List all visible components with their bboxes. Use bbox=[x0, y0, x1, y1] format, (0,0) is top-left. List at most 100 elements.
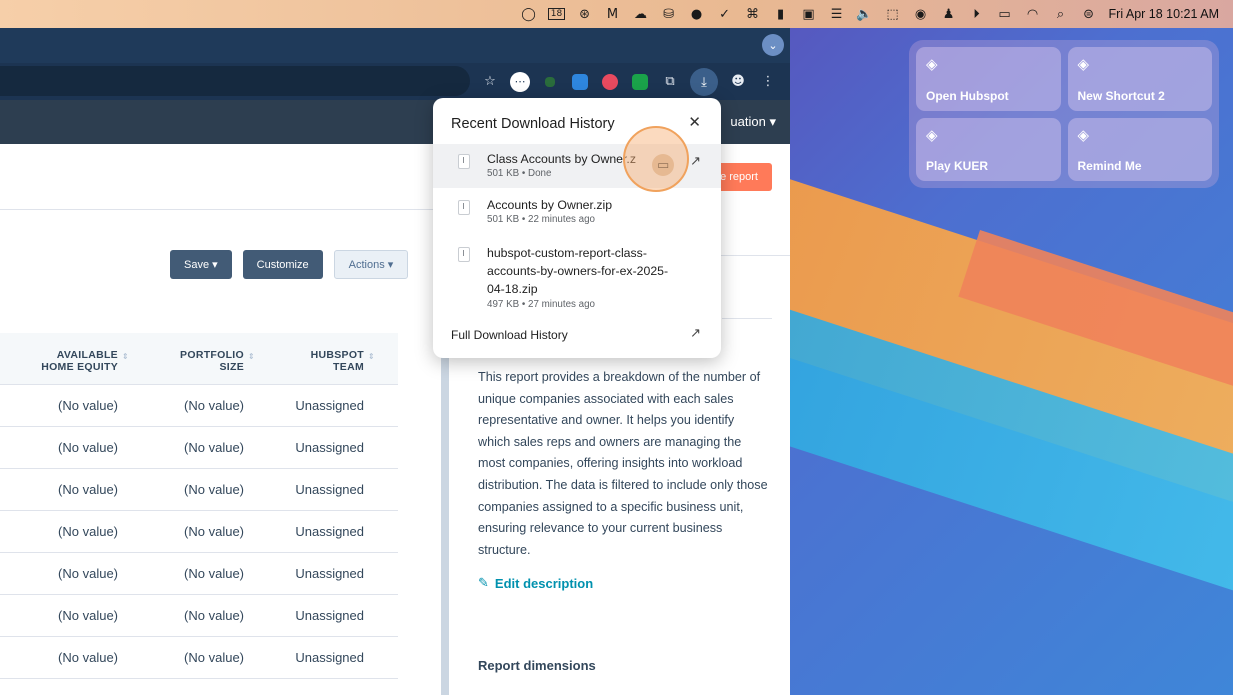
battery-icon[interactable]: ▭ bbox=[994, 3, 1016, 25]
full-download-history-link[interactable]: Full Download History bbox=[451, 328, 568, 342]
sort-icon: ⇕ bbox=[367, 352, 375, 361]
layers-icon: ◈ bbox=[926, 125, 938, 144]
wifi-icon[interactable]: ◠ bbox=[1022, 3, 1044, 25]
layers-icon: ◈ bbox=[926, 55, 938, 73]
file-icon bbox=[458, 154, 470, 169]
extension-green-icon[interactable] bbox=[630, 72, 650, 92]
shortcut-label: Remind Me bbox=[1077, 159, 1142, 173]
table-row[interactable]: (No value) (No value) Unassigned bbox=[0, 637, 398, 679]
table-cell: Unassigned bbox=[295, 482, 364, 497]
shortcut-remind-me[interactable]: ◈ Remind Me bbox=[1067, 117, 1212, 181]
command-icon[interactable]: ⌘ bbox=[742, 3, 764, 25]
divider bbox=[720, 255, 790, 256]
actions-label: Actions bbox=[348, 258, 385, 271]
layout-icon[interactable]: ▮ bbox=[770, 3, 792, 25]
caret-down-icon: ▾ bbox=[769, 114, 776, 129]
download-meta: 501 KB • 22 minutes ago bbox=[487, 214, 596, 225]
layers-icon: ◈ bbox=[1077, 125, 1090, 144]
menu-icon[interactable]: ☰ bbox=[826, 3, 848, 25]
table-cell: (No value) bbox=[184, 650, 244, 665]
extension-red-icon[interactable] bbox=[600, 72, 620, 92]
report-table: AVAILABLE HOME EQUITY ⇕ PORTFOLIO SIZE ⇕ HUB… bbox=[0, 333, 398, 679]
shortcut-label: New Shortcut 2 bbox=[1077, 88, 1165, 103]
actions-button[interactable]: Actions ▾ bbox=[333, 250, 409, 279]
pencil-icon: ✎ bbox=[478, 576, 489, 591]
table-cell: (No value) bbox=[184, 440, 244, 455]
shortcut-play-kuer[interactable]: ◈ Play KUER bbox=[916, 117, 1061, 181]
save-button[interactable]: Save ▾ bbox=[170, 250, 232, 279]
layers-icon: ◈ bbox=[1077, 55, 1090, 73]
tab-search-button[interactable]: ⌄ bbox=[762, 34, 784, 56]
open-external-icon[interactable]: ↗ bbox=[690, 326, 701, 341]
report-dimensions-title: Report dimensions bbox=[478, 658, 596, 673]
more-vert-icon[interactable]: ⋮ bbox=[758, 72, 778, 92]
table-row[interactable]: (No value) (No value) Unassigned bbox=[0, 427, 398, 469]
close-icon[interactable]: ✕ bbox=[688, 113, 701, 131]
shortcut-open-hubspot[interactable]: ◈ Open Hubspot bbox=[916, 47, 1061, 111]
header-line: TEAM bbox=[333, 361, 364, 373]
circle-icon[interactable]: ◯ bbox=[518, 3, 540, 25]
table-cell: (No value) bbox=[184, 566, 244, 581]
table-cell: (No value) bbox=[58, 398, 118, 413]
tab-strip: ⌄ bbox=[0, 28, 790, 63]
app-icon[interactable]: ⊛ bbox=[574, 3, 596, 25]
customize-button[interactable]: Customize bbox=[242, 250, 323, 279]
download-icon[interactable]: ⤓ bbox=[690, 67, 718, 96]
vector-icon[interactable]: ✓ bbox=[714, 3, 736, 25]
grammar-icon[interactable]: ● bbox=[686, 3, 708, 25]
column-header-available-home-equity[interactable]: AVAILABLE HOME EQUITY ⇕ bbox=[0, 333, 129, 384]
header-line: SIZE bbox=[219, 361, 244, 373]
report-actions: Save ▾ Customize Actions ▾ bbox=[170, 250, 409, 279]
shortcuts-widget: ◈ Open Hubspot ◈ New Shortcut 2 ◈ Play KUER… bbox=[909, 40, 1219, 188]
volume-icon[interactable]: 🔈 bbox=[854, 3, 876, 25]
bag-icon[interactable]: ⛁ bbox=[658, 3, 680, 25]
table-cell: Unassigned bbox=[295, 608, 364, 623]
window-icon[interactable]: ⬚ bbox=[882, 3, 904, 25]
table-row[interactable]: (No value) (No value) Unassigned bbox=[0, 469, 398, 511]
person-icon[interactable]: ♟ bbox=[938, 3, 960, 25]
divider bbox=[722, 318, 772, 319]
table-cell: Unassigned bbox=[295, 398, 364, 413]
extension-chat-icon[interactable]: ⋯ bbox=[510, 71, 530, 92]
extension-blue-icon[interactable] bbox=[570, 72, 590, 92]
table-row[interactable]: (No value) (No value) Unassigned bbox=[0, 553, 398, 595]
calendar-icon[interactable]: 18 bbox=[546, 3, 568, 25]
table-row[interactable]: (No value) (No value) Unassigned bbox=[0, 595, 398, 637]
popup-title: Recent Download History bbox=[451, 116, 615, 132]
extensions-icon[interactable]: ⧉ bbox=[660, 72, 680, 92]
profile-avatar-icon[interactable]: ☻ bbox=[728, 72, 748, 92]
column-header-hubspot-team[interactable]: HUBSPOT TEAM ⇕ bbox=[244, 333, 375, 384]
cloud-icon[interactable]: ☁ bbox=[630, 3, 652, 25]
play-icon[interactable]: ⏵ bbox=[966, 3, 988, 25]
save-label: Save bbox=[184, 258, 210, 271]
column-header-portfolio-size[interactable]: PORTFOLIO SIZE ⇕ bbox=[118, 333, 255, 384]
table-cell: (No value) bbox=[184, 482, 244, 497]
account-menu[interactable]: uation ▾ bbox=[730, 114, 776, 130]
menu-bar: ◯ 18 ⊛ M ☁ ⛁ ● ✓ ⌘ ▮ ▣ ☰ 🔈 ⬚ ◉ ♟ ⏵ ▭ ◠ ⌕… bbox=[0, 0, 1233, 28]
shortcut-new-shortcut-2[interactable]: ◈ New Shortcut 2 bbox=[1067, 47, 1212, 111]
table-row[interactable]: (No value) (No value) Unassigned bbox=[0, 511, 398, 553]
control-center-icon[interactable]: ⊜ bbox=[1078, 3, 1100, 25]
mail-icon[interactable]: M bbox=[602, 3, 624, 25]
click-highlight bbox=[623, 126, 689, 192]
header-line: PORTFOLIO bbox=[180, 349, 244, 361]
header-line: HUBSPOT bbox=[310, 349, 364, 361]
download-item[interactable]: hubspot-custom-report-class-accounts-by-… bbox=[433, 244, 721, 314]
table-row[interactable]: (No value) (No value) Unassigned bbox=[0, 385, 398, 427]
download-meta: 497 KB • 27 minutes ago bbox=[487, 299, 596, 310]
download-item[interactable]: Accounts by Owner.zip 501 KB • 22 minute… bbox=[433, 197, 721, 237]
table-body: (No value) (No value) Unassigned (No value)… bbox=[0, 385, 398, 679]
extension-puzzle-icon[interactable] bbox=[540, 72, 560, 92]
table-cell: Unassigned bbox=[295, 650, 364, 665]
edit-description-link[interactable]: ✎ Edit description bbox=[478, 576, 593, 591]
search-icon[interactable]: ⌕ bbox=[1050, 3, 1072, 25]
table-cell: (No value) bbox=[58, 650, 118, 665]
table-cell: (No value) bbox=[58, 482, 118, 497]
bookmark-star-icon[interactable]: ☆ bbox=[480, 72, 500, 92]
menubar-clock[interactable]: Fri Apr 18 10:21 AM bbox=[1109, 7, 1219, 21]
open-external-icon[interactable]: ↗ bbox=[690, 154, 701, 176]
table-cell: (No value) bbox=[184, 398, 244, 413]
user-circle-icon[interactable]: ◉ bbox=[910, 3, 932, 25]
screenshot-icon[interactable]: ▣ bbox=[798, 3, 820, 25]
address-bar[interactable] bbox=[0, 66, 470, 96]
